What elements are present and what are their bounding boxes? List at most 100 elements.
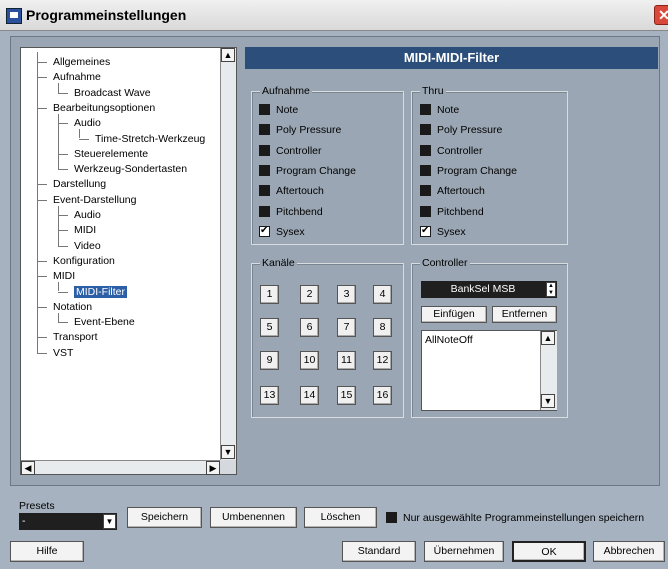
tree-item[interactable]: Steuerelemente — [58, 147, 148, 162]
delete-preset-button[interactable]: Löschen — [304, 507, 377, 528]
apply-button[interactable]: Übernehmen — [424, 541, 504, 562]
tree-item[interactable]: Audio — [58, 208, 101, 223]
tree-item[interactable]: Time-Stretch-Werkzeug — [79, 132, 205, 147]
cancel-button[interactable]: Abbrechen — [593, 541, 665, 562]
standard-button[interactable]: Standard — [342, 541, 416, 562]
checkbox-box[interactable] — [420, 205, 431, 217]
channel-1-button[interactable]: 1 — [260, 285, 279, 304]
checkbox-box[interactable] — [259, 144, 270, 156]
tree-connector — [37, 352, 47, 354]
checkbox-box[interactable] — [420, 185, 431, 197]
checkbox-box[interactable] — [259, 205, 270, 217]
checkbox-box[interactable] — [259, 164, 270, 176]
scroll-right-icon[interactable]: ▶ — [206, 461, 220, 475]
tree-item-label: Allgemeines — [53, 56, 111, 68]
presets-select[interactable]: - ▼ — [19, 513, 117, 530]
tree-connector — [58, 169, 68, 171]
tree-horizontal-scrollbar[interactable]: ◀ ▶ — [21, 460, 220, 475]
checkbox-box[interactable] — [259, 124, 270, 136]
scroll-down-icon[interactable]: ▼ — [541, 394, 555, 408]
tree-connector — [58, 291, 68, 293]
checkbox-box[interactable] — [420, 124, 431, 136]
tree-connector — [58, 92, 68, 94]
scroll-down-icon[interactable]: ▼ — [221, 445, 235, 459]
tree-item[interactable]: Werkzeug-Sondertasten — [58, 162, 187, 177]
tree-item[interactable]: Broadcast Wave — [58, 86, 151, 101]
tree-item[interactable]: Darstellung — [37, 177, 106, 192]
tree-item[interactable]: Allgemeines — [37, 55, 111, 70]
channel-13-button[interactable]: 13 — [260, 386, 279, 405]
tree-connector — [37, 52, 38, 353]
controller-select[interactable]: BankSel MSB ▲ ▼ — [421, 281, 557, 298]
tree-connector — [58, 245, 68, 247]
channel-15-button[interactable]: 15 — [337, 386, 356, 405]
checkbox-label: Sysex — [276, 225, 305, 238]
tree-item[interactable]: Event-Ebene — [58, 315, 135, 330]
checkbox-box[interactable] — [420, 224, 431, 238]
tree-connector — [37, 306, 47, 308]
checkbox-box[interactable] — [420, 104, 431, 115]
checkbox-box[interactable] — [420, 164, 431, 176]
remove-button[interactable]: Entfernen — [492, 306, 557, 323]
tree-connector — [37, 337, 47, 339]
chevron-down-icon[interactable]: ▼ — [103, 514, 116, 529]
channel-7-button[interactable]: 7 — [337, 318, 356, 337]
tree-connector — [58, 215, 68, 216]
channel-14-button[interactable]: 14 — [300, 386, 319, 405]
panel-title: MIDI-MIDI-Filter — [245, 47, 658, 69]
checkbox-label: Pitchbend — [437, 205, 484, 218]
scroll-up-icon[interactable]: ▲ — [541, 331, 555, 345]
only-selected-checkbox-box[interactable] — [386, 512, 397, 523]
tree-connector — [37, 276, 47, 278]
tree-item[interactable]: Event-Darstellung — [37, 193, 136, 208]
tree-connector — [58, 205, 59, 246]
spin-updown-icon[interactable]: ▲ ▼ — [546, 282, 556, 297]
scroll-up-icon[interactable]: ▲ — [221, 48, 235, 62]
help-button[interactable]: Hilfe — [10, 541, 84, 562]
checkbox-box[interactable] — [259, 224, 270, 238]
tree-connector — [58, 312, 59, 323]
channel-3-button[interactable]: 3 — [337, 285, 356, 304]
tree-item[interactable]: MIDI — [58, 223, 96, 238]
tree-item[interactable]: Audio — [58, 116, 101, 131]
tree-item-label: MIDI-Filter — [74, 285, 127, 298]
checkbox-box[interactable] — [259, 104, 270, 115]
tree-vertical-scrollbar[interactable]: ▲ ▼ — [220, 48, 236, 460]
save-preset-button[interactable]: Speichern — [127, 507, 202, 528]
controller-list[interactable]: AllNoteOff ▲ ▼ — [421, 330, 557, 411]
channel-10-button[interactable]: 10 — [300, 351, 319, 370]
channel-2-button[interactable]: 2 — [300, 285, 319, 304]
tree-item[interactable]: Konfiguration — [37, 254, 115, 269]
channel-5-button[interactable]: 5 — [260, 318, 279, 337]
channel-11-button[interactable]: 11 — [337, 351, 356, 370]
checkbox-box[interactable] — [259, 185, 270, 197]
tree-item[interactable]: Transport — [37, 330, 98, 345]
channel-9-button[interactable]: 9 — [260, 351, 279, 370]
rename-preset-button[interactable]: Umbenennen — [210, 507, 297, 528]
tree-connector — [79, 138, 89, 140]
tree-connector — [58, 123, 68, 125]
window-title: Programmeinstellungen — [26, 7, 187, 23]
channel-4-button[interactable]: 4 — [373, 285, 392, 304]
checkbox-label: Poly Pressure — [276, 124, 342, 137]
tree-item-label: Notation — [53, 300, 93, 313]
tree-item[interactable]: Aufnahme — [37, 70, 101, 85]
tree-item[interactable]: VST — [37, 346, 73, 361]
channel-12-button[interactable]: 12 — [373, 351, 392, 370]
channel-16-button[interactable]: 16 — [373, 386, 392, 405]
scroll-left-icon[interactable]: ◀ — [21, 461, 35, 475]
tree-item[interactable]: MIDI-Filter — [58, 285, 127, 300]
ok-button[interactable]: OK — [512, 541, 586, 562]
checkbox-box[interactable] — [420, 144, 431, 156]
insert-button[interactable]: Einfügen — [421, 306, 487, 323]
channel-8-button[interactable]: 8 — [373, 318, 392, 337]
checkbox-label: Program Change — [276, 164, 356, 177]
tree-item[interactable]: Video — [58, 239, 101, 254]
checkbox-label: Poly Pressure — [437, 124, 503, 137]
controller-select-value: BankSel MSB — [450, 283, 516, 295]
controller-list-item[interactable]: AllNoteOff — [425, 334, 473, 346]
channel-6-button[interactable]: 6 — [300, 318, 319, 337]
controller-list-scrollbar[interactable]: ▲ ▼ — [540, 331, 557, 410]
tree-item[interactable]: Notation — [37, 300, 93, 315]
close-button[interactable]: ✕ — [654, 5, 668, 25]
